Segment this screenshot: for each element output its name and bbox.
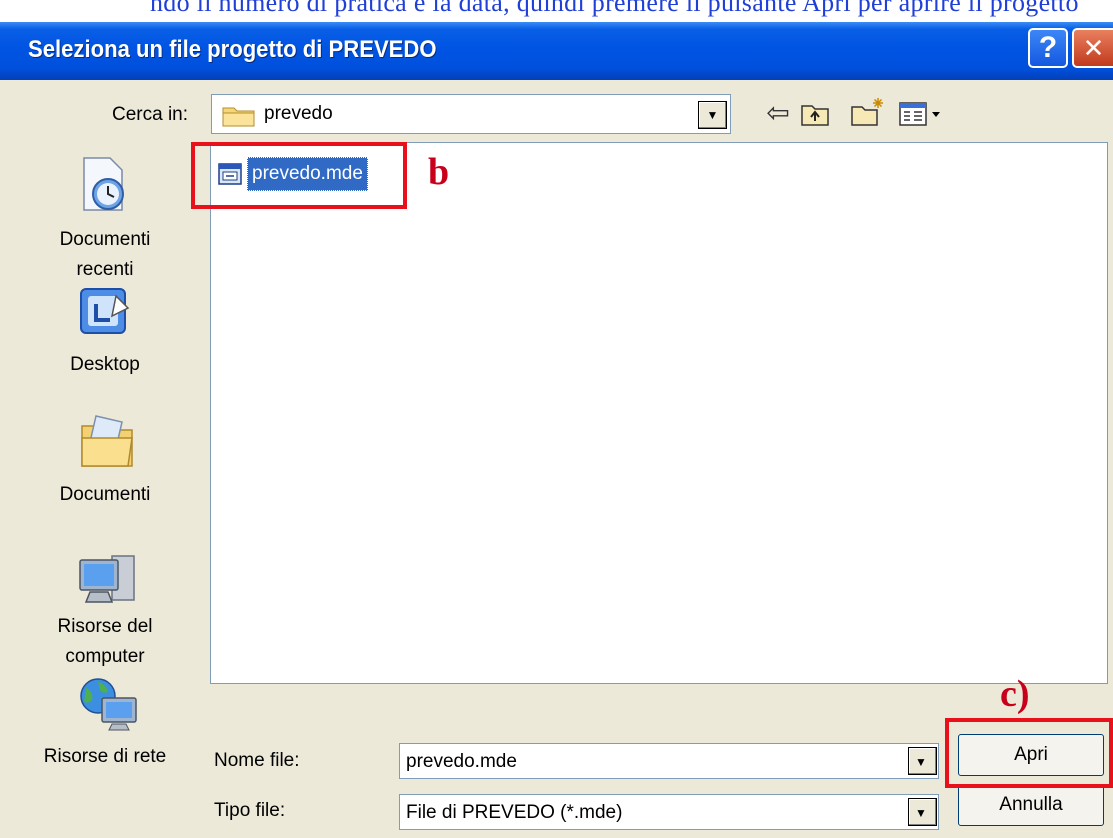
place-recent-documents[interactable]: Documenti recenti xyxy=(30,225,180,285)
close-button[interactable]: ✕ xyxy=(1072,28,1113,68)
views-menu-icon[interactable] xyxy=(898,100,944,128)
filetype-select[interactable]: File di PREVEDO (*.mde) ▼ xyxy=(399,794,939,830)
place-my-computer[interactable]: Risorse del computer xyxy=(30,612,180,672)
look-in-combo[interactable]: prevedo ▼ xyxy=(211,94,731,134)
filename-value: prevedo.mde xyxy=(406,751,517,772)
filename-dropdown-button[interactable]: ▼ xyxy=(908,747,937,775)
dialog-title: Seleziona un file progetto di PREVEDO xyxy=(28,36,437,63)
file-list[interactable]: prevedo.mde xyxy=(210,142,1108,684)
folder-icon xyxy=(222,107,255,127)
help-button[interactable]: ? xyxy=(1028,28,1068,68)
place-my-documents[interactable]: Documenti xyxy=(30,480,180,510)
document-text-strip: ndo il numero di pratica e la data, quin… xyxy=(0,0,1113,22)
close-icon: ✕ xyxy=(1082,32,1105,63)
new-folder-icon[interactable] xyxy=(850,96,886,128)
my-documents-icon xyxy=(81,415,133,467)
filetype-label: Tipo file: xyxy=(214,800,286,821)
filetype-dropdown-button[interactable]: ▼ xyxy=(908,798,937,826)
annotation-label-c: c) xyxy=(1000,673,1030,715)
network-places-icon xyxy=(80,678,137,731)
look-in-label: Cerca in: xyxy=(112,104,189,125)
back-button[interactable]: ⇦ xyxy=(762,96,794,128)
look-in-dropdown-button[interactable]: ▼ xyxy=(698,101,727,129)
annotation-label-b: b xyxy=(428,151,450,193)
filename-input[interactable]: prevedo.mde ▼ xyxy=(399,743,939,779)
cancel-button[interactable]: Annulla xyxy=(958,784,1104,826)
cancel-button-label: Annulla xyxy=(999,794,1063,815)
chevron-down-icon: ▼ xyxy=(706,108,719,122)
document-text-fragment: ndo il numero di pratica e la data, quin… xyxy=(150,0,1079,17)
chevron-down-icon: ▼ xyxy=(915,806,927,820)
chevron-down-icon: ▼ xyxy=(915,755,927,769)
help-icon: ? xyxy=(1038,31,1058,64)
annotation-highlight-file xyxy=(191,142,407,209)
place-desktop[interactable]: Desktop xyxy=(30,350,180,380)
filename-label: Nome file: xyxy=(214,750,300,771)
recent-documents-icon xyxy=(83,157,124,211)
up-folder-icon[interactable] xyxy=(800,101,830,127)
desktop-icon xyxy=(80,288,130,334)
my-computer-icon xyxy=(79,555,135,603)
filetype-value: File di PREVEDO (*.mde) xyxy=(406,802,623,823)
look-in-value: prevedo xyxy=(264,103,333,124)
place-network-places[interactable]: Risorse di rete xyxy=(30,742,180,772)
annotation-highlight-open xyxy=(945,718,1113,788)
back-arrow-icon: ⇦ xyxy=(766,96,790,128)
